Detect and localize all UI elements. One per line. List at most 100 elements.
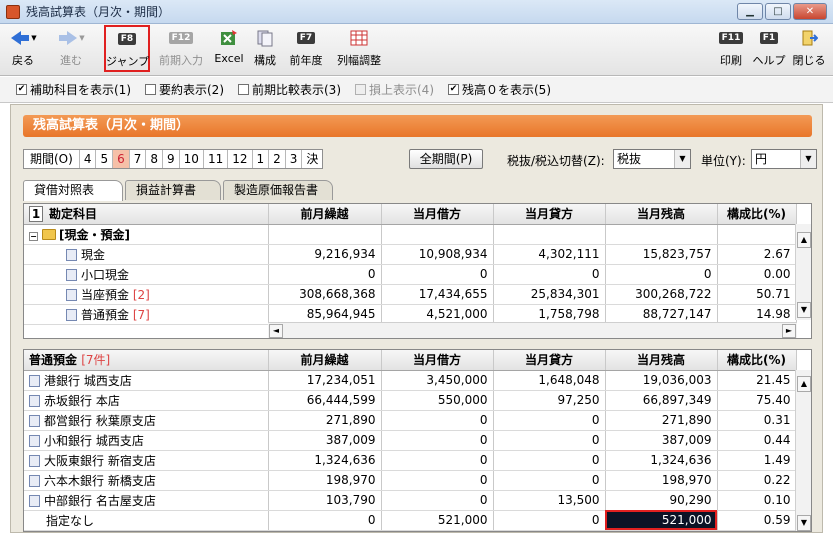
prev-input-button[interactable]: F12 前期入力 — [156, 26, 206, 72]
unit-select[interactable]: 円 ▼ — [751, 149, 817, 169]
checkbox-disabled-icon[interactable] — [355, 84, 366, 95]
tab-manufacturing-cost[interactable]: 製造原価報告書 — [223, 180, 333, 200]
option-prev-compare[interactable]: 前期比較表示(3) — [238, 81, 341, 98]
table-icon — [350, 30, 368, 46]
col-header[interactable]: 当月借方 — [381, 204, 494, 225]
maximize-button[interactable]: □ — [765, 3, 791, 20]
col-header[interactable]: 当月残高 — [605, 350, 718, 371]
account-header[interactable]: 1 勘定科目 — [24, 204, 269, 225]
col-header[interactable]: 当月借方 — [381, 350, 494, 371]
scroll-up-icon[interactable]: ▲ — [797, 232, 811, 248]
excel-button[interactable]: Excel — [212, 26, 246, 72]
table-row[interactable]: 普通預金 [7] 85,964,945 4,521,000 1,758,798 88,… — [24, 304, 797, 325]
col-header[interactable]: 当月残高 — [605, 204, 718, 225]
table-row[interactable]: 六本木銀行 新橋支店 198,970 0 0 198,970 0.22 — [24, 470, 797, 491]
option-show-zero[interactable]: ✔ 残高０を表示(5) — [448, 81, 551, 98]
month-button-closing[interactable]: 決 — [302, 150, 322, 168]
month-button[interactable]: 9 — [163, 150, 180, 168]
group-row[interactable]: − [現金・預金] — [24, 224, 797, 245]
col-header[interactable]: 前月繰越 — [268, 350, 382, 371]
jump-button[interactable]: F8 ジャンプ — [104, 25, 150, 72]
option-show-sub-accounts[interactable]: ✔ 補助科目を表示(1) — [16, 81, 131, 98]
table-row[interactable]: 小口現金 0 0 0 0 0.00 — [24, 264, 797, 285]
back-button[interactable]: ▼ 戻る — [6, 26, 40, 72]
sub-account-table: 普通預金 [7件] 前月繰越 当月借方 当月貸方 当月残高 構成比(%) 港銀行… — [24, 350, 797, 531]
month-button[interactable]: 7 — [130, 150, 147, 168]
option-loss-display[interactable]: 損上表示(4) — [355, 81, 434, 98]
scroll-down-icon[interactable]: ▼ — [797, 302, 811, 318]
option-summary[interactable]: 要約表示(2) — [145, 81, 224, 98]
col-header[interactable]: 構成比(%) — [717, 350, 797, 371]
table-row[interactable]: 大阪東銀行 新宿支店 1,324,636 0 0 1,324,636 1.49 — [24, 450, 797, 471]
f11-key-icon: F11 — [718, 32, 744, 44]
checkbox-checked-icon[interactable]: ✔ — [448, 84, 459, 95]
month-button[interactable]: 1 — [253, 150, 270, 168]
tax-select[interactable]: 税抜 ▼ — [613, 149, 691, 169]
back-arrow-icon — [11, 31, 30, 45]
collapse-icon[interactable]: − — [29, 231, 38, 241]
compose-button[interactable]: 構成 — [250, 26, 280, 72]
scroll-right-icon[interactable]: ► — [782, 324, 796, 338]
close-window-button[interactable]: ✕ — [793, 3, 827, 20]
prev-year-button[interactable]: F7 前年度 — [286, 26, 326, 72]
checkbox-icon[interactable] — [145, 84, 156, 95]
vertical-scrollbar[interactable]: ▲ ▼ — [795, 224, 811, 320]
scroll-up-icon[interactable]: ▲ — [797, 376, 811, 392]
help-button[interactable]: F1 ヘルプ — [752, 26, 786, 72]
f12-key-icon: F12 — [168, 32, 194, 44]
highlighted-cell[interactable]: 521,000 — [605, 509, 718, 531]
checkbox-icon[interactable] — [238, 84, 249, 95]
month-button[interactable]: 12 — [228, 150, 253, 168]
month-button[interactable]: 8 — [146, 150, 164, 168]
window-title: 残高試算表（月次・期間） — [26, 5, 171, 19]
month-button[interactable]: 11 — [204, 150, 229, 168]
minimize-button[interactable]: ▁ — [737, 3, 763, 20]
tab-balance-sheet[interactable]: 貸借対照表 — [23, 180, 123, 201]
tax-toggle-label: 税抜/税込切替(Z): — [507, 154, 605, 168]
col-header[interactable]: 前月繰越 — [268, 204, 382, 225]
horizontal-scrollbar[interactable]: ◄ ► — [268, 322, 797, 338]
table-row[interactable]: 小和銀行 城西支店 387,009 0 0 387,009 0.44 — [24, 430, 797, 451]
table-row[interactable]: 現金 9,216,934 10,908,934 4,302,111 15,823,75… — [24, 244, 797, 265]
vertical-scrollbar[interactable]: ▲ ▼ — [795, 370, 811, 531]
month-button[interactable]: 5 — [96, 150, 114, 168]
scroll-left-icon[interactable]: ◄ — [269, 324, 283, 338]
document-icon — [29, 414, 40, 427]
table-row[interactable]: 中部銀行 名古屋支店 103,790 0 13,500 90,290 0.10 — [24, 490, 797, 511]
period-selector: 期間(O) 4 5 6 7 8 9 10 11 12 1 2 3 決 — [23, 149, 324, 169]
col-header[interactable]: 構成比(%) — [717, 204, 797, 225]
sub-account-grid: 普通預金 [7件] 前月繰越 当月借方 当月貸方 当月残高 構成比(%) 港銀行… — [23, 349, 812, 532]
document-icon — [66, 288, 77, 301]
report-banner: 残高試算表（月次・期間） — [23, 115, 812, 137]
scroll-down-icon[interactable]: ▼ — [797, 515, 811, 531]
tab-income-statement[interactable]: 損益計算書 — [125, 180, 221, 200]
toolbar: ▼ 戻る ▼ 進む F8 ジャンプ F12 前期入力 Excel 構成 F7 前… — [0, 24, 833, 76]
checkbox-checked-icon[interactable]: ✔ — [16, 84, 27, 95]
month-button[interactable]: 3 — [286, 150, 303, 168]
table-row[interactable]: 港銀行 城西支店 17,234,051 3,450,000 1,648,048 19,… — [24, 370, 797, 391]
account-grid: 1 勘定科目 前月繰越 当月借方 当月貸方 当月残高 構成比(%) − [現金・預金… — [23, 203, 812, 339]
month-button[interactable]: 2 — [269, 150, 286, 168]
all-period-button[interactable]: 全期間(P) — [409, 149, 483, 169]
col-header[interactable]: 当月貸方 — [493, 350, 606, 371]
col-header[interactable]: 当月貸方 — [493, 204, 606, 225]
forward-button[interactable]: ▼ 進む — [52, 26, 90, 72]
account-table: 1 勘定科目 前月繰越 当月借方 当月貸方 当月残高 構成比(%) − [現金・預金… — [24, 204, 797, 325]
column-width-button[interactable]: 列幅調整 — [334, 26, 384, 72]
month-button-selected[interactable]: 6 — [113, 150, 130, 168]
document-icon — [29, 474, 40, 487]
month-button[interactable]: 10 — [180, 150, 204, 168]
document-icon — [29, 374, 40, 387]
table-row[interactable]: 赤坂銀行 本店 66,444,599 550,000 97,250 66,897,34… — [24, 390, 797, 411]
forward-arrow-icon — [59, 31, 78, 45]
table-row[interactable]: 当座預金 [2] 308,668,368 17,434,655 25,834,301… — [24, 284, 797, 305]
period-label[interactable]: 期間(O) — [24, 150, 80, 168]
table-row[interactable]: 都営銀行 秋葉原支店 271,890 0 0 271,890 0.31 — [24, 410, 797, 431]
unassigned-row[interactable]: 指定なし 0 521,000 0 521,000 0.59 — [24, 509, 797, 531]
month-button[interactable]: 4 — [80, 150, 97, 168]
chevron-down-icon: ▼ — [674, 150, 690, 168]
print-button[interactable]: F11 印刷 — [716, 26, 746, 72]
chevron-down-icon: ▼ — [800, 150, 816, 168]
close-button[interactable]: 閉じる — [790, 26, 828, 72]
document-icon — [29, 454, 40, 467]
